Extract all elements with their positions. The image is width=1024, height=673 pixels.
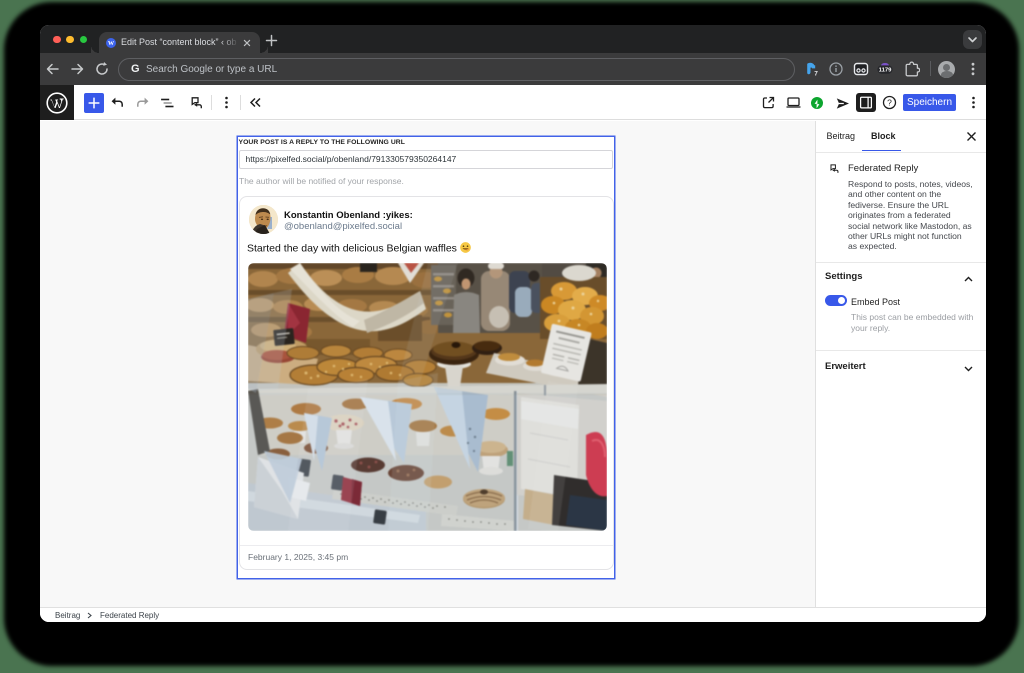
svg-text:7: 7 bbox=[814, 71, 818, 78]
svg-text:?: ? bbox=[887, 98, 892, 108]
svg-text:1179: 1179 bbox=[879, 68, 892, 74]
svg-text:W: W bbox=[108, 40, 115, 47]
